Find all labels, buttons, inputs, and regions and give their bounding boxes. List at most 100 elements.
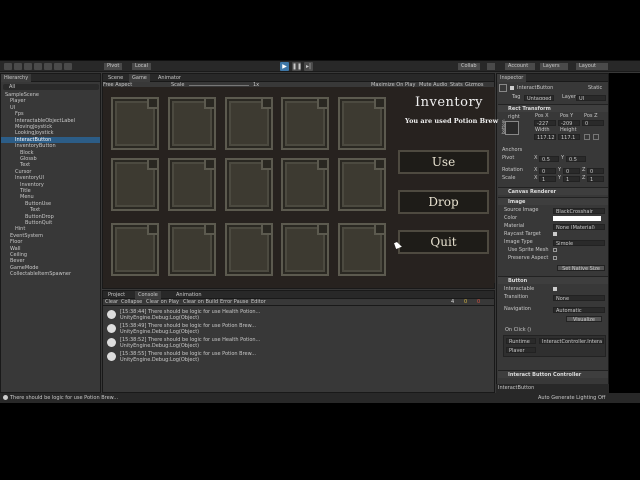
use-sprite-mesh-checkbox[interactable]: [553, 248, 557, 252]
rot-y-field[interactable]: 0: [563, 168, 580, 174]
layout-dropdown[interactable]: Layout: [576, 63, 608, 70]
hierarchy-item[interactable]: Glossb: [1, 156, 100, 162]
hierarchy-item[interactable]: Floor: [1, 239, 100, 245]
inventory-slot[interactable]: [281, 158, 329, 211]
hierarchy-item[interactable]: Ceiling: [1, 252, 100, 258]
clear-on-play-toggle[interactable]: Clear on Play: [146, 299, 179, 306]
transform-tool-icon[interactable]: [54, 63, 62, 70]
button-header[interactable]: Button: [498, 276, 608, 284]
tab-project[interactable]: Project: [105, 291, 128, 299]
custom-tool-icon[interactable]: [64, 63, 72, 70]
inventory-slot[interactable]: [168, 223, 216, 276]
inventory-slot[interactable]: [168, 158, 216, 211]
layers-dropdown[interactable]: Layers: [540, 63, 568, 70]
editor-dropdown[interactable]: Editor: [251, 299, 266, 306]
interact-controller-header[interactable]: Interact Button Controller: [498, 370, 608, 378]
hierarchy-item[interactable]: InteractButton: [1, 136, 100, 143]
raw-edit-icon[interactable]: [593, 134, 599, 140]
tab-animation[interactable]: Animation: [173, 291, 205, 299]
use-button[interactable]: Use: [398, 150, 489, 174]
width-field[interactable]: 117.12: [534, 134, 556, 140]
scale-x-field[interactable]: 1: [539, 176, 556, 182]
hierarchy-item[interactable]: Text: [1, 162, 100, 168]
material-field[interactable]: None (Material): [553, 224, 605, 230]
hierarchy-item[interactable]: InventoryButton: [1, 143, 100, 149]
lighting-status[interactable]: Auto Generate Lighting Off: [538, 393, 605, 403]
hierarchy-item[interactable]: GameMode: [1, 265, 100, 271]
hierarchy-search[interactable]: All: [3, 84, 99, 90]
inventory-slot[interactable]: [111, 97, 159, 150]
inventory-slot[interactable]: [338, 223, 386, 276]
scale-slider[interactable]: [189, 85, 249, 86]
raycast-checkbox[interactable]: [553, 232, 557, 236]
transition-dropdown[interactable]: None: [553, 295, 605, 301]
set-native-size-button[interactable]: Set Native Size: [557, 265, 605, 271]
console-log-entry[interactable]: [15:38:49] There should be logic for use…: [107, 323, 487, 336]
hierarchy-item[interactable]: MovingJoystick: [1, 124, 100, 130]
visualize-button[interactable]: Visualize: [566, 316, 602, 322]
console-log-entry[interactable]: [15:38:44] There should be logic for use…: [107, 309, 487, 322]
hierarchy-item[interactable]: Cursor: [1, 169, 100, 175]
inventory-slot[interactable]: [168, 97, 216, 150]
clear-on-build-toggle[interactable]: Clear on Build: [183, 299, 218, 306]
inventory-slot[interactable]: [111, 223, 159, 276]
console-log-entry[interactable]: [15:38:55] There should be logic for use…: [107, 351, 487, 364]
rot-z-field[interactable]: 0: [587, 168, 604, 174]
scale-z-field[interactable]: 1: [587, 176, 604, 182]
collapse-toggle[interactable]: Collapse: [121, 299, 142, 306]
hierarchy-item[interactable]: Menu: [1, 194, 100, 200]
image-type-dropdown[interactable]: Simple: [553, 240, 605, 246]
hierarchy-item[interactable]: Wall: [1, 246, 100, 252]
error-count[interactable]: 0: [477, 299, 480, 306]
hierarchy-item[interactable]: Inventory: [1, 182, 100, 188]
interactable-checkbox[interactable]: [553, 287, 557, 291]
quit-button[interactable]: Quit: [398, 230, 489, 254]
preserve-aspect-checkbox[interactable]: [553, 256, 557, 260]
tab-console[interactable]: Console: [135, 291, 161, 299]
canvas-renderer-header[interactable]: Canvas Renderer: [498, 187, 608, 195]
hierarchy-item[interactable]: Block: [1, 150, 100, 156]
play-button[interactable]: ▶: [280, 62, 289, 71]
tab-scene[interactable]: Scene: [105, 74, 126, 82]
console-log-entry[interactable]: [15:38:52] There should be logic for use…: [107, 337, 487, 350]
inventory-slot[interactable]: [281, 97, 329, 150]
pivot-y-field[interactable]: 0.5: [566, 156, 586, 162]
hierarchy-item[interactable]: Bever: [1, 258, 100, 264]
rect-tool-icon[interactable]: [44, 63, 52, 70]
collab-dropdown[interactable]: Collab: [458, 63, 480, 70]
tab-game[interactable]: Game: [129, 74, 150, 82]
anchors-foldout[interactable]: Anchors: [502, 147, 522, 154]
account-dropdown[interactable]: Account: [505, 63, 535, 70]
inventory-slot[interactable]: [225, 223, 273, 276]
hierarchy-item[interactable]: InventoryUI: [1, 175, 100, 181]
inventory-slot[interactable]: [225, 158, 273, 211]
inventory-slot[interactable]: [338, 97, 386, 150]
cloud-icon[interactable]: [487, 63, 495, 70]
hierarchy-item[interactable]: UI: [1, 105, 100, 111]
tab-animator[interactable]: Animator: [155, 74, 184, 82]
rect-transform-header[interactable]: Rect Transform: [498, 104, 608, 112]
inventory-slot[interactable]: [111, 158, 159, 211]
local-toggle[interactable]: Local: [132, 63, 151, 70]
object-name-field[interactable]: InteractButton: [517, 85, 553, 92]
static-toggle[interactable]: Static: [588, 85, 602, 92]
posy-field[interactable]: -209: [558, 120, 580, 126]
source-image-field[interactable]: BlackCrosshair: [553, 208, 605, 214]
rot-x-field[interactable]: 0: [539, 168, 556, 174]
anchor-preset-icon[interactable]: [505, 121, 519, 135]
tag-dropdown[interactable]: Untagged: [524, 95, 554, 101]
hierarchy-item[interactable]: ButtonDrop: [1, 214, 100, 220]
hierarchy-item[interactable]: Title: [1, 188, 100, 194]
tab-hierarchy[interactable]: Hierarchy: [1, 74, 32, 82]
warning-count[interactable]: 0: [464, 299, 467, 306]
hierarchy-item[interactable]: ButtonUse: [1, 201, 100, 207]
hand-tool-icon[interactable]: [4, 63, 12, 70]
pivot-toggle[interactable]: Pivot: [104, 63, 123, 70]
layer-dropdown[interactable]: UI: [576, 95, 606, 101]
scale-tool-icon[interactable]: [34, 63, 42, 70]
hierarchy-item[interactable]: Text: [1, 207, 100, 213]
move-tool-icon[interactable]: [14, 63, 22, 70]
color-swatch[interactable]: [553, 216, 601, 221]
inventory-slot[interactable]: [225, 97, 273, 150]
clear-button[interactable]: Clear: [105, 299, 118, 306]
